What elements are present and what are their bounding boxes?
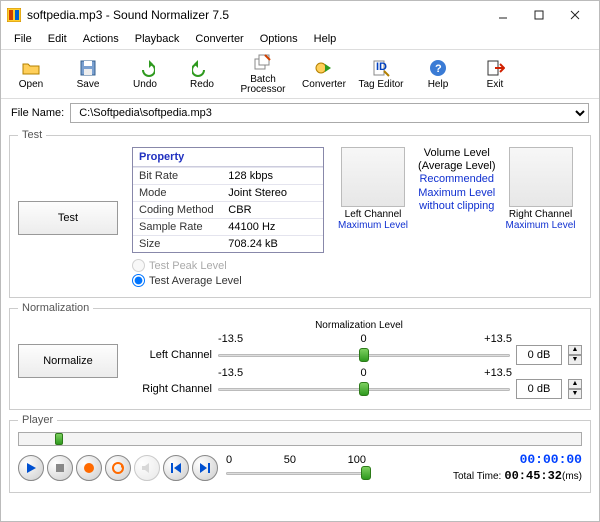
prop-row: Coding MethodCBR <box>133 202 323 219</box>
floppy-icon <box>78 58 98 78</box>
menu-options[interactable]: Options <box>253 31 305 47</box>
radio-peak-level: Test Peak Level <box>132 259 324 272</box>
help-icon: ? <box>428 58 448 78</box>
exit-button[interactable]: Exit <box>467 52 523 96</box>
left-channel-slider[interactable] <box>218 346 510 364</box>
tag-editor-icon: ID <box>371 58 391 78</box>
svg-text:?: ? <box>435 63 442 75</box>
test-legend: Test <box>18 129 46 141</box>
normalization-level-label: Normalization Level <box>136 320 582 331</box>
normalization-legend: Normalization <box>18 302 93 314</box>
test-button[interactable]: Test <box>18 201 118 235</box>
next-button[interactable] <box>192 455 218 481</box>
app-icon <box>7 8 21 22</box>
player-legend: Player <box>18 414 57 426</box>
converter-icon <box>314 58 334 78</box>
property-table: Property Bit Rate128 kbps ModeJoint Ster… <box>132 147 324 253</box>
left-channel-slider-label: Left Channel <box>136 349 212 361</box>
right-db-spinner[interactable]: ▲▼ <box>568 379 582 399</box>
title-bar: softpedia.mp3 - Sound Normalizer 7.5 <box>1 1 599 29</box>
prev-button[interactable] <box>163 455 189 481</box>
volume-level-info: Volume Level (Average Level) Recommended… <box>418 147 495 213</box>
batch-processor-button[interactable]: Batch Processor <box>231 52 295 96</box>
menu-playback[interactable]: Playback <box>128 31 187 47</box>
mute-button[interactable] <box>134 455 160 481</box>
menu-edit[interactable]: Edit <box>41 31 74 47</box>
property-header: Property <box>133 148 323 167</box>
player-group: Player 050100 00:00:00 Total Time: 00:45… <box>9 414 591 493</box>
left-max-level-link[interactable]: Maximum Level <box>338 220 408 231</box>
record-button[interactable] <box>76 455 102 481</box>
converter-button[interactable]: Converter <box>296 52 352 96</box>
maximize-button[interactable] <box>521 4 557 26</box>
left-db-spinner[interactable]: ▲▼ <box>568 345 582 365</box>
time-display: 00:00:00 Total Time: 00:45:32(ms) <box>453 452 582 484</box>
prop-row: ModeJoint Stereo <box>133 185 323 202</box>
menu-converter[interactable]: Converter <box>188 31 250 47</box>
folder-open-icon <box>21 58 41 78</box>
normalize-button[interactable]: Normalize <box>18 344 118 378</box>
prop-row: Size708.24 kB <box>133 236 323 253</box>
play-button[interactable] <box>18 455 44 481</box>
redo-button[interactable]: Redo <box>174 52 230 96</box>
right-channel-slider-label: Right Channel <box>136 383 212 395</box>
redo-icon <box>192 58 212 78</box>
left-channel-meter <box>341 147 405 207</box>
stop-button[interactable] <box>47 455 73 481</box>
left-channel-label: Left Channel <box>338 209 408 220</box>
prop-row: Bit Rate128 kbps <box>133 168 323 185</box>
right-db-value[interactable]: 0 dB <box>516 379 562 399</box>
right-channel-slider[interactable] <box>218 380 510 398</box>
playback-progress[interactable] <box>18 432 582 446</box>
batch-icon <box>253 53 273 73</box>
right-channel-label: Right Channel <box>505 209 575 220</box>
save-button[interactable]: Save <box>60 52 116 96</box>
prop-row: Sample Rate44100 Hz <box>133 219 323 236</box>
normalization-group: Normalization Normalize Normalization Le… <box>9 302 591 410</box>
menu-actions[interactable]: Actions <box>76 31 126 47</box>
left-db-value[interactable]: 0 dB <box>516 345 562 365</box>
right-channel-meter <box>509 147 573 207</box>
undo-button[interactable]: Undo <box>117 52 173 96</box>
file-name-label: File Name: <box>11 107 64 119</box>
right-max-level-link[interactable]: Maximum Level <box>505 220 575 231</box>
window-title: softpedia.mp3 - Sound Normalizer 7.5 <box>27 8 485 22</box>
menu-file[interactable]: File <box>7 31 39 47</box>
menu-bar: File Edit Actions Playback Converter Opt… <box>1 29 599 50</box>
undo-icon <box>135 58 155 78</box>
volume-slider[interactable] <box>226 464 366 482</box>
toolbar: Open Save Undo Redo Batch Processor Conv… <box>1 50 599 99</box>
loop-button[interactable] <box>105 455 131 481</box>
minimize-button[interactable] <box>485 4 521 26</box>
elapsed-time: 00:00:00 <box>453 452 582 469</box>
tag-editor-button[interactable]: IDTag Editor <box>353 52 409 96</box>
radio-average-level[interactable]: Test Average Level <box>132 274 324 287</box>
file-name-select[interactable]: C:\Softpedia\softpedia.mp3 <box>70 103 589 123</box>
menu-help[interactable]: Help <box>307 31 344 47</box>
exit-icon <box>485 58 505 78</box>
help-button[interactable]: ?Help <box>410 52 466 96</box>
file-name-row: File Name: C:\Softpedia\softpedia.mp3 <box>1 99 599 127</box>
open-button[interactable]: Open <box>3 52 59 96</box>
test-group: Test Test Property Bit Rate128 kbps Mode… <box>9 129 591 298</box>
close-button[interactable] <box>557 4 593 26</box>
